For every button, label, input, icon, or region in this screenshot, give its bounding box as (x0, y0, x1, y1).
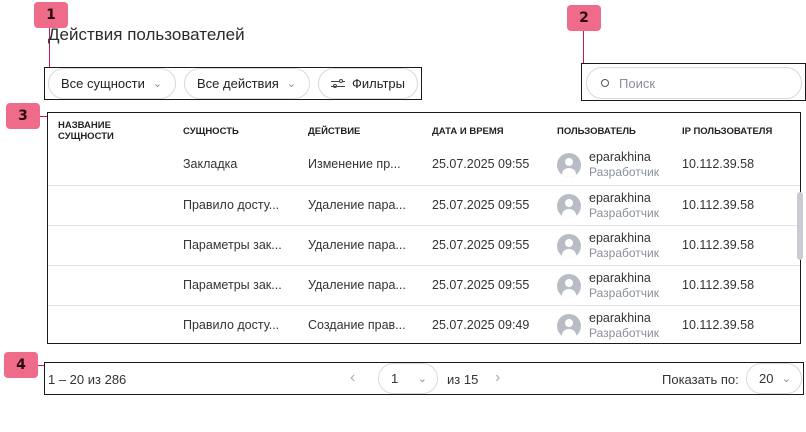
annotation-marker-2: 2 (567, 5, 601, 31)
annotation-line-2 (583, 31, 584, 64)
pagination-range: 1 – 20 из 286 (48, 372, 127, 387)
cell-user: eparakhina Разработчик (557, 271, 659, 301)
header-ip[interactable]: IP ПОЛЬЗОВАТЕЛЯ (682, 126, 772, 137)
cell-action: Удаление пара... (308, 238, 406, 252)
cell-ip: 10.112.39.58 (682, 238, 755, 252)
table-row[interactable]: Закладка Изменение пр... 25.07.2025 09:5… (48, 145, 800, 185)
user-role: Разработчик (589, 286, 659, 300)
avatar-icon (557, 153, 581, 177)
cell-datetime: 25.07.2025 09:55 (432, 157, 530, 171)
table-row[interactable]: Параметры зак... Удаление пара... 25.07.… (48, 225, 800, 265)
chevron-down-icon: ⌄ (286, 78, 296, 90)
user-role: Разработчик (589, 246, 659, 260)
user-name: eparakhina (589, 271, 651, 285)
user-role: Разработчик (589, 165, 659, 179)
search-field[interactable] (586, 67, 802, 99)
pagination-total-pages: из 15 (447, 372, 479, 387)
cell-entity: Правило досту... (183, 198, 280, 212)
search-icon (601, 79, 609, 87)
chevron-down-icon: ⌄ (781, 373, 791, 385)
cell-ip: 10.112.39.58 (682, 157, 755, 171)
cell-action: Удаление пара... (308, 278, 406, 292)
page-title: Действия пользователей (48, 25, 245, 44)
avatar-icon (557, 274, 581, 298)
audit-table: НАЗВАНИЕ СУЩНОСТИ СУЩНОСТЬ ДЕЙСТВИЕ ДАТА… (47, 112, 801, 344)
cell-datetime: 25.07.2025 09:55 (432, 198, 530, 212)
cell-datetime: 25.07.2025 09:55 (432, 278, 530, 292)
search-input[interactable] (619, 75, 779, 91)
page-size-select[interactable]: 20 ⌄ (746, 363, 802, 394)
entities-filter-label: Все сущности (61, 76, 145, 91)
cell-ip: 10.112.39.58 (682, 278, 755, 292)
user-name: eparakhina (589, 231, 651, 245)
sliders-icon (331, 78, 345, 90)
table-row[interactable]: Правило досту... Удаление пара... 25.07.… (48, 185, 800, 225)
user-role: Разработчик (589, 326, 659, 340)
table-scrollbar[interactable] (797, 192, 803, 260)
cell-entity: Правило досту... (183, 318, 280, 332)
header-action[interactable]: ДЕЙСТВИЕ (308, 126, 360, 137)
table-row[interactable]: Правило досту... Создание прав... 25.07.… (48, 305, 800, 343)
cell-datetime: 25.07.2025 09:49 (432, 318, 530, 332)
user-name: eparakhina (589, 191, 651, 205)
filters-button[interactable]: Фильтры (318, 68, 418, 99)
cell-user: eparakhina Разработчик (557, 191, 659, 221)
user-name: eparakhina (589, 311, 651, 325)
filters-button-label: Фильтры (351, 76, 405, 91)
page-select[interactable]: 1 ⌄ (378, 363, 438, 394)
header-datetime[interactable]: ДАТА И ВРЕМЯ (432, 126, 504, 137)
page-size-label: Показать по: (662, 372, 739, 387)
cell-user: eparakhina Разработчик (557, 231, 659, 261)
header-entity-name-line1: НАЗВАНИЕ (58, 120, 111, 131)
header-entity-name[interactable]: НАЗВАНИЕ СУЩНОСТИ (58, 120, 114, 142)
entities-filter-dropdown[interactable]: Все сущности ⌄ (48, 68, 176, 99)
cell-action: Удаление пара... (308, 198, 406, 212)
cell-action: Создание прав... (308, 318, 406, 332)
header-entity-name-line2: СУЩНОСТИ (58, 131, 114, 142)
cell-user: eparakhina Разработчик (557, 311, 659, 341)
cell-entity: Параметры зак... (183, 238, 282, 252)
avatar-icon (557, 194, 581, 218)
chevron-down-icon: ⌄ (152, 78, 163, 90)
header-user[interactable]: ПОЛЬЗОВАТЕЛЬ (557, 126, 636, 137)
page-size-value: 20 (759, 371, 774, 386)
annotation-marker-3: 3 (6, 103, 40, 129)
actions-filter-dropdown[interactable]: Все действия ⌄ (184, 68, 310, 99)
user-role: Разработчик (589, 206, 659, 220)
avatar-icon (557, 314, 581, 338)
user-name: eparakhina (589, 150, 651, 164)
avatar-icon (557, 234, 581, 258)
cell-ip: 10.112.39.58 (682, 318, 755, 332)
table-header: НАЗВАНИЕ СУЩНОСТИ СУЩНОСТЬ ДЕЙСТВИЕ ДАТА… (48, 113, 800, 149)
prev-page-icon[interactable]: ‹ (350, 369, 355, 387)
cell-entity: Параметры зак... (183, 278, 282, 292)
header-entity[interactable]: СУЩНОСТЬ (183, 126, 239, 137)
cell-entity: Закладка (183, 157, 238, 171)
chevron-down-icon: ⌄ (417, 373, 427, 385)
actions-filter-label: Все действия (197, 76, 279, 91)
page-select-value: 1 (391, 371, 399, 386)
cell-action: Изменение пр... (308, 157, 401, 171)
cell-datetime: 25.07.2025 09:55 (432, 238, 530, 252)
table-row[interactable]: Параметры зак... Удаление пара... 25.07.… (48, 265, 800, 305)
annotation-marker-4: 4 (4, 352, 38, 378)
next-page-icon[interactable]: › (495, 369, 500, 387)
cell-ip: 10.112.39.58 (682, 198, 755, 212)
cell-user: eparakhina Разработчик (557, 150, 659, 180)
